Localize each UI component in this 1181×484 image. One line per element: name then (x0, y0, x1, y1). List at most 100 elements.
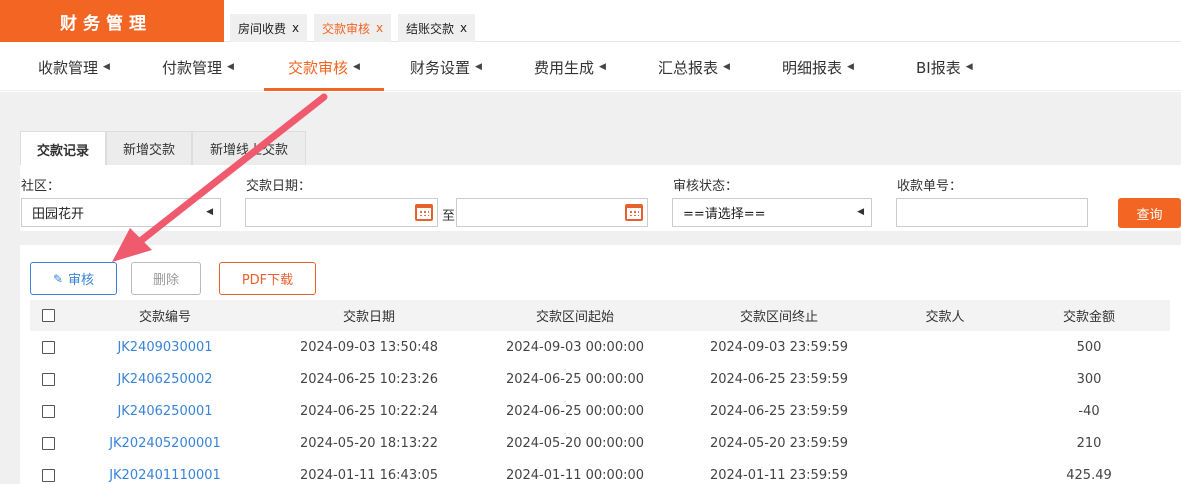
row-checkbox[interactable] (41, 468, 55, 482)
module-label: 付款管理 (162, 58, 223, 77)
payer-cell (882, 363, 1008, 395)
close-icon[interactable]: x (292, 21, 299, 35)
caret-left-icon: ◀ (723, 62, 730, 72)
module-payment-audit[interactable]: 交款审核 ◀ (288, 43, 360, 91)
table-row[interactable]: JK202405200001 2024-05-20 18:13:22 2024-… (30, 427, 1170, 459)
payment-number-link[interactable]: JK202401110001 (109, 468, 221, 483)
subtab-new-online-payment[interactable]: 新增线上交款 (192, 131, 306, 165)
subtab-payment-records[interactable]: 交款记录 (20, 131, 106, 166)
amount-cell: 210 (1076, 435, 1102, 451)
module-receipts[interactable]: 收款管理 ◀ (38, 43, 110, 91)
audit-status-label: 审核状态： (673, 179, 739, 194)
amount-cell: 425.49 (1066, 467, 1112, 483)
col-payment-number: 交款编号 (66, 300, 264, 331)
payer-cell (882, 395, 1008, 427)
payment-date-label: 交款日期： (246, 179, 312, 194)
table-row[interactable]: JK2406250001 2024-06-25 10:22:24 2024-06… (30, 395, 1170, 427)
module-label: 交款审核 (288, 58, 349, 77)
amount-cell: 300 (1076, 371, 1102, 387)
payments-table: 交款编号 交款日期 交款区间起始 交款区间终止 交款人 交款金额 JK24090… (30, 300, 1170, 484)
open-tab-payment-audit[interactable]: 交款审核 x (314, 14, 392, 42)
caret-left-icon: ◀ (103, 62, 110, 72)
row-checkbox[interactable] (41, 436, 55, 450)
audit-button[interactable]: ✎ 审核 (30, 262, 117, 295)
payment-number-cell[interactable]: JK2409030001 (66, 331, 264, 363)
caret-left-icon: ◀ (857, 207, 864, 217)
module-fee-generation[interactable]: 费用生成 ◀ (534, 43, 606, 91)
receipt-number-input[interactable] (896, 198, 1088, 227)
row-checkbox[interactable] (41, 404, 55, 418)
module-label: 汇总报表 (658, 58, 719, 77)
select-all-checkbox[interactable] (41, 309, 55, 322)
close-icon[interactable]: x (376, 21, 383, 35)
table-header-row: 交款编号 交款日期 交款区间起始 交款区间终止 交款人 交款金额 (30, 300, 1170, 331)
audit-status-select[interactable]: ==请选择== ◀ (672, 198, 872, 227)
row-checkbox[interactable] (41, 372, 55, 386)
payment-date-cell: 2024-06-25 10:23:26 (299, 371, 439, 387)
module-bi-reports[interactable]: BI报表 ◀ (916, 43, 973, 91)
date-to-input[interactable] (456, 198, 648, 227)
receipt-number-label: 收款单号： (897, 179, 963, 194)
audit-status-value: ==请选择== (683, 207, 766, 222)
payment-number-cell[interactable]: JK202405200001 (66, 427, 264, 459)
calendar-icon[interactable] (625, 204, 643, 221)
query-button[interactable]: 查询 (1118, 198, 1181, 228)
module-nav: 收款管理 ◀ 付款管理 ◀ 交款审核 ◀ 财务设置 ◀ 费用生成 ◀ 汇总报表 ◀ 明细报表… (0, 43, 1181, 91)
module-payments[interactable]: 付款管理 ◀ (162, 43, 234, 91)
caret-left-icon: ◀ (965, 62, 973, 72)
open-tab-checkout-payment[interactable]: 结账交款 x (398, 14, 476, 42)
range-end-cell: 2024-01-11 23:59:59 (709, 467, 849, 483)
close-icon[interactable]: x (460, 21, 467, 35)
payment-number-cell[interactable]: JK202401110001 (66, 459, 264, 484)
range-end-cell: 2024-06-25 23:59:59 (709, 371, 849, 387)
table-row[interactable]: JK2406250002 2024-06-25 10:23:26 2024-06… (30, 363, 1170, 395)
open-tab-label: 交款审核 (322, 21, 371, 36)
payment-number-link[interactable]: JK2406250001 (117, 404, 212, 419)
payment-number-link[interactable]: JK2406250002 (117, 372, 212, 387)
community-label: 社区： (21, 179, 61, 194)
row-checkbox-cell[interactable] (30, 459, 66, 484)
select-all-checkbox-cell[interactable] (30, 300, 66, 331)
col-payer: 交款人 (882, 300, 1008, 331)
calendar-icon[interactable] (415, 204, 433, 221)
payer-cell (882, 427, 1008, 459)
payment-number-cell[interactable]: JK2406250001 (66, 395, 264, 427)
module-finance-settings[interactable]: 财务设置 ◀ (410, 43, 482, 91)
payer-cell (882, 331, 1008, 363)
col-range-end: 交款区间终止 (676, 300, 882, 331)
amount-cell: 500 (1076, 339, 1102, 355)
date-range-separator: 至 (442, 209, 456, 224)
subtab-new-payment[interactable]: 新增交款 (106, 131, 192, 165)
date-from-input[interactable] (245, 198, 438, 227)
table-row[interactable]: JK2409030001 2024-09-03 13:50:48 2024-09… (30, 331, 1170, 363)
range-start-cell: 2024-06-25 00:00:00 (505, 403, 645, 419)
module-detail-reports[interactable]: 明细报表 ◀ (782, 43, 854, 91)
col-amount: 交款金额 (1008, 300, 1170, 331)
payment-date-cell: 2024-09-03 13:50:48 (299, 339, 439, 355)
active-module-underline (264, 88, 384, 91)
open-tab-room-charges[interactable]: 房间收费 x (230, 14, 308, 42)
caret-left-icon: ◀ (475, 62, 482, 72)
range-start-cell: 2024-06-25 00:00:00 (505, 371, 645, 387)
open-tab-label: 房间收费 (238, 21, 287, 36)
range-end-cell: 2024-06-25 23:59:59 (709, 403, 849, 419)
payment-date-cell: 2024-06-25 10:22:24 (299, 403, 439, 419)
payment-number-cell[interactable]: JK2406250002 (66, 363, 264, 395)
range-start-cell: 2024-09-03 00:00:00 (505, 339, 645, 355)
delete-button[interactable]: 删除 (131, 262, 201, 295)
payment-number-link[interactable]: JK2409030001 (117, 340, 212, 355)
community-select[interactable]: 田园花开 ◀ (21, 198, 221, 227)
payment-number-link[interactable]: JK202405200001 (109, 436, 221, 451)
row-checkbox[interactable] (41, 340, 55, 354)
app-title: 财务管理 (0, 0, 224, 42)
caret-left-icon: ◀ (847, 62, 854, 72)
table-row[interactable]: JK202401110001 2024-01-11 16:43:05 2024-… (30, 459, 1170, 484)
module-summary-reports[interactable]: 汇总报表 ◀ (658, 43, 730, 91)
row-checkbox-cell[interactable] (30, 427, 66, 459)
pdf-download-button[interactable]: PDF下载 (219, 262, 316, 295)
range-end-cell: 2024-09-03 23:59:59 (709, 339, 849, 355)
row-checkbox-cell[interactable] (30, 363, 66, 395)
module-label: 收款管理 (38, 58, 99, 77)
row-checkbox-cell[interactable] (30, 395, 66, 427)
row-checkbox-cell[interactable] (30, 331, 66, 363)
